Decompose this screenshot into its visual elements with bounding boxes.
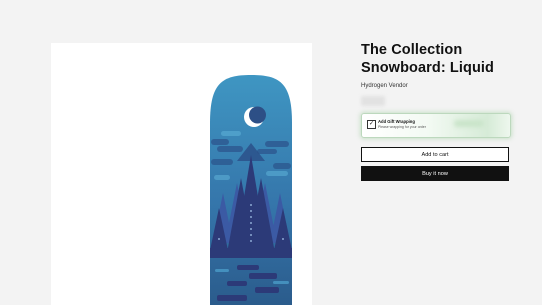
add-to-cart-button[interactable]: Add to cart (361, 147, 509, 162)
gift-wrap-title: Add Gift Wrapping (378, 119, 415, 124)
product-vendor: Hydrogen Vendor (361, 83, 408, 89)
snowboard-image (210, 75, 292, 305)
product-media (51, 43, 312, 305)
product-info: The Collection Snowboard: Liquid Hydroge… (361, 42, 511, 138)
product-title: The Collection Snowboard: Liquid (361, 42, 511, 77)
price-placeholder (361, 96, 385, 106)
checkmark-icon: ✓ (368, 121, 375, 127)
buy-now-button[interactable]: Buy it now (361, 166, 509, 181)
gift-wrap-checkbox[interactable]: ✓ (367, 120, 376, 129)
product-title-line1: The Collection (361, 42, 463, 58)
gift-wrap-option[interactable]: ✓ Add Gift Wrapping Please wrapping for … (361, 113, 511, 138)
gift-wrap-subtitle: Please wrapping for your order (378, 124, 426, 129)
gift-wrap-price-placeholder (454, 120, 484, 127)
product-title-line2: Snowboard: Liquid (361, 59, 494, 76)
